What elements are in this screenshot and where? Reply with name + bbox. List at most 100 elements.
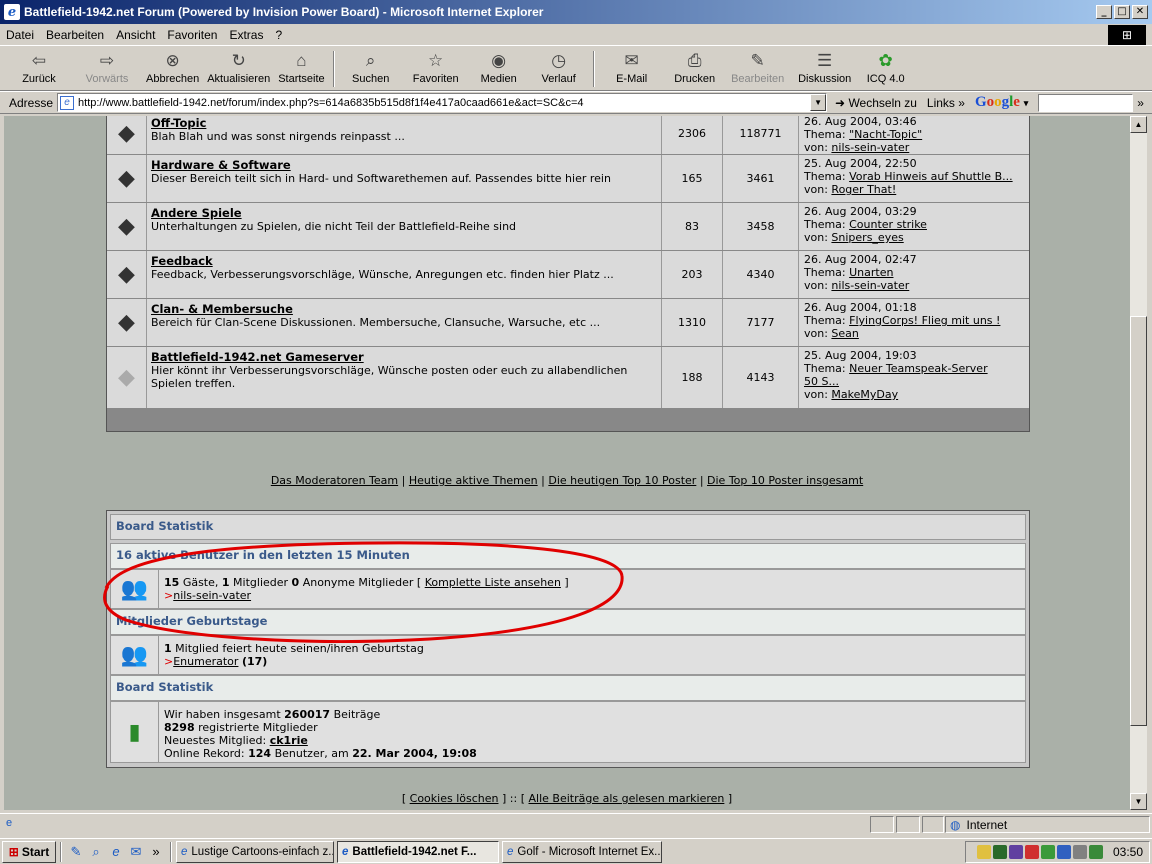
- clock[interactable]: 03:50: [1113, 845, 1143, 859]
- quicklaunch-ie-icon[interactable]: e: [106, 842, 126, 862]
- back-button[interactable]: ⇦ Zurück: [10, 47, 68, 85]
- scroll-up-icon[interactable]: ▲: [1130, 116, 1147, 133]
- maximize-button[interactable]: □: [1114, 5, 1130, 19]
- toolbar-overflow-icon[interactable]: »: [1137, 96, 1144, 110]
- history-button[interactable]: ◷ Verlauf: [533, 47, 585, 85]
- top10-all-link[interactable]: Die Top 10 Poster insgesamt: [707, 474, 863, 487]
- go-button[interactable]: ➜ Wechseln zu: [835, 96, 917, 110]
- last-post-date: 25. Aug 2004, 19:03: [804, 349, 917, 362]
- moderator-team-link[interactable]: Das Moderatoren Team: [271, 474, 398, 487]
- menu-bearbeiten[interactable]: Bearbeiten: [46, 28, 104, 42]
- forum-link[interactable]: Andere Spiele: [151, 207, 657, 220]
- window-title: Battlefield-1942.net Forum (Powered by I…: [24, 5, 544, 19]
- home-button[interactable]: ⌂ Startseite: [278, 47, 324, 85]
- forward-button[interactable]: ⇨ Vorwärts: [76, 47, 138, 85]
- discuss-button[interactable]: ☰ Diskussion: [795, 47, 855, 85]
- last-post-topic-link[interactable]: Counter strike: [849, 218, 927, 231]
- forum-link[interactable]: Battlefield-1942.net Gameserver: [151, 351, 657, 364]
- last-post-topic-link[interactable]: FlyingCorps! Flieg mit uns !: [849, 314, 1000, 327]
- quicklaunch-more-icon[interactable]: »: [146, 842, 166, 862]
- edit-button[interactable]: ✎ Bearbeiten: [729, 47, 787, 85]
- tray-app-icon[interactable]: [992, 845, 1007, 859]
- start-button[interactable]: ⊞ Start: [2, 840, 56, 863]
- forum-link[interactable]: Clan- & Membersuche: [151, 303, 657, 316]
- last-post-author-link[interactable]: nils-sein-vater: [831, 141, 909, 154]
- last-post-topic-link[interactable]: Unarten: [849, 266, 893, 279]
- birthday-user-link[interactable]: Enumerator: [173, 655, 238, 668]
- media-button[interactable]: ◉ Medien: [473, 47, 525, 85]
- delete-cookies-link[interactable]: Cookies löschen: [410, 792, 499, 805]
- google-search-input[interactable]: [1038, 93, 1134, 112]
- last-post-topic-link[interactable]: Vorab Hinweis auf Shuttle B...: [849, 170, 1012, 183]
- tray-app-icon[interactable]: [1040, 845, 1055, 859]
- tray-app-icon[interactable]: [1088, 845, 1103, 859]
- menu-ansicht[interactable]: Ansicht: [116, 28, 155, 42]
- newest-member-link[interactable]: ck1rie: [270, 734, 308, 747]
- active-user-link[interactable]: nils-sein-vater: [173, 589, 251, 602]
- links-button[interactable]: Links »: [927, 96, 965, 110]
- close-button[interactable]: ✕: [1132, 5, 1148, 19]
- task-golf[interactable]: e Golf - Microsoft Internet Ex...: [502, 840, 662, 863]
- active-users-row: 👥 15 Gäste, 1 Mitglieder 0 Anonyme Mitgl…: [110, 569, 1026, 609]
- last-post-author-link[interactable]: Snipers_eyes: [831, 231, 903, 244]
- task-cartoons[interactable]: e Lustige Cartoons-einfach z...: [176, 840, 334, 863]
- menu-help[interactable]: ?: [275, 28, 282, 42]
- quicklaunch-outlook-icon[interactable]: ✉: [126, 842, 146, 862]
- forum-description: Bereich für Clan-Scene Diskussionen. Mem…: [151, 316, 601, 329]
- last-post-topic-link[interactable]: "Nacht-Topic": [849, 128, 922, 141]
- full-list-link[interactable]: Komplette Liste ansehen: [425, 576, 561, 589]
- address-input[interactable]: e http://www.battlefield-1942.net/forum/…: [57, 93, 828, 112]
- last-post-author-link[interactable]: Sean: [831, 327, 858, 340]
- birthdays-text: 1 Mitglied feiert heute seinen/ihren Geb…: [164, 642, 424, 668]
- active-topics-link[interactable]: Heutige aktive Themen: [409, 474, 538, 487]
- favorites-button[interactable]: ☆ Favoriten: [407, 47, 465, 85]
- icq-button[interactable]: ✿ ICQ 4.0: [863, 47, 909, 85]
- minimize-button[interactable]: _: [1096, 5, 1112, 19]
- search-icon: ⌕: [365, 51, 376, 70]
- menu-datei[interactable]: Datei: [6, 28, 34, 42]
- forum-status-icon: ◆: [107, 347, 147, 408]
- last-post-date: 26. Aug 2004, 03:29: [804, 205, 917, 218]
- refresh-button[interactable]: ↻ Aktualisieren: [207, 47, 270, 85]
- scroll-thumb[interactable]: [1130, 316, 1147, 726]
- tray-app-icon[interactable]: [1056, 845, 1071, 859]
- search-button[interactable]: ⌕ Suchen: [343, 47, 399, 85]
- history-icon: ◷: [551, 51, 567, 70]
- forum-status-icon: ◆: [107, 251, 147, 298]
- menu-extras[interactable]: Extras: [229, 28, 263, 42]
- forum-description: Hier könnt ihr Verbesserungsvorschläge, …: [151, 364, 628, 390]
- forum-description: Blah Blah und was sonst nirgends reinpas…: [151, 130, 405, 143]
- tray-app-icon[interactable]: [1072, 845, 1087, 859]
- menu-bar: Datei Bearbeiten Ansicht Favoriten Extra…: [0, 24, 1152, 46]
- quicklaunch-search-icon[interactable]: ⌕: [86, 842, 106, 862]
- forum-description: Feedback, Verbesserungsvorschläge, Wünsc…: [151, 268, 614, 281]
- security-zone: ◍ Internet: [945, 816, 1150, 833]
- last-post-author-link[interactable]: MakeMyDay: [831, 388, 898, 401]
- last-post-author-link[interactable]: nils-sein-vater: [831, 279, 909, 292]
- address-dropdown-icon[interactable]: ▼: [810, 94, 827, 111]
- vertical-scrollbar[interactable]: ▲ ▼: [1130, 116, 1147, 810]
- tray-volume-icon[interactable]: [976, 845, 991, 859]
- print-button[interactable]: ⎙ Drucken: [669, 47, 721, 85]
- forum-link[interactable]: Hardware & Software: [151, 159, 657, 172]
- forum-row: ◆ Andere Spiele Unterhaltungen zu Spielen,…: [107, 203, 1029, 251]
- google-toolbar-logo[interactable]: Google ▾: [975, 94, 1028, 111]
- tray-app-icon[interactable]: [1008, 845, 1023, 859]
- forum-last-post: 26. Aug 2004, 03:46 Thema: "Nacht-Topic" v…: [799, 116, 1029, 154]
- forum-topics-count: 203: [662, 251, 723, 298]
- task-battlefield[interactable]: e Battlefield-1942.net F...: [337, 840, 499, 863]
- email-button[interactable]: ✉ E-Mail: [603, 47, 661, 85]
- forum-link[interactable]: Feedback: [151, 255, 657, 268]
- quicklaunch-notepad-icon[interactable]: ✎: [66, 842, 86, 862]
- stop-icon: ⊗: [165, 51, 180, 70]
- tray-app-icon[interactable]: [1024, 845, 1039, 859]
- top10-today-link[interactable]: Die heutigen Top 10 Poster: [548, 474, 696, 487]
- mark-all-read-link[interactable]: Alle Beiträge als gelesen markieren: [529, 792, 725, 805]
- scroll-down-icon[interactable]: ▼: [1130, 793, 1147, 810]
- forum-status-icon: ◆: [107, 203, 147, 250]
- forum-link[interactable]: Off-Topic: [151, 117, 657, 130]
- last-post-author-link[interactable]: Roger That!: [831, 183, 896, 196]
- menu-favoriten[interactable]: Favoriten: [167, 28, 217, 42]
- stop-button[interactable]: ⊗ Abbrechen: [146, 47, 199, 85]
- window-titlebar[interactable]: e Battlefield-1942.net Forum (Powered by…: [0, 0, 1152, 24]
